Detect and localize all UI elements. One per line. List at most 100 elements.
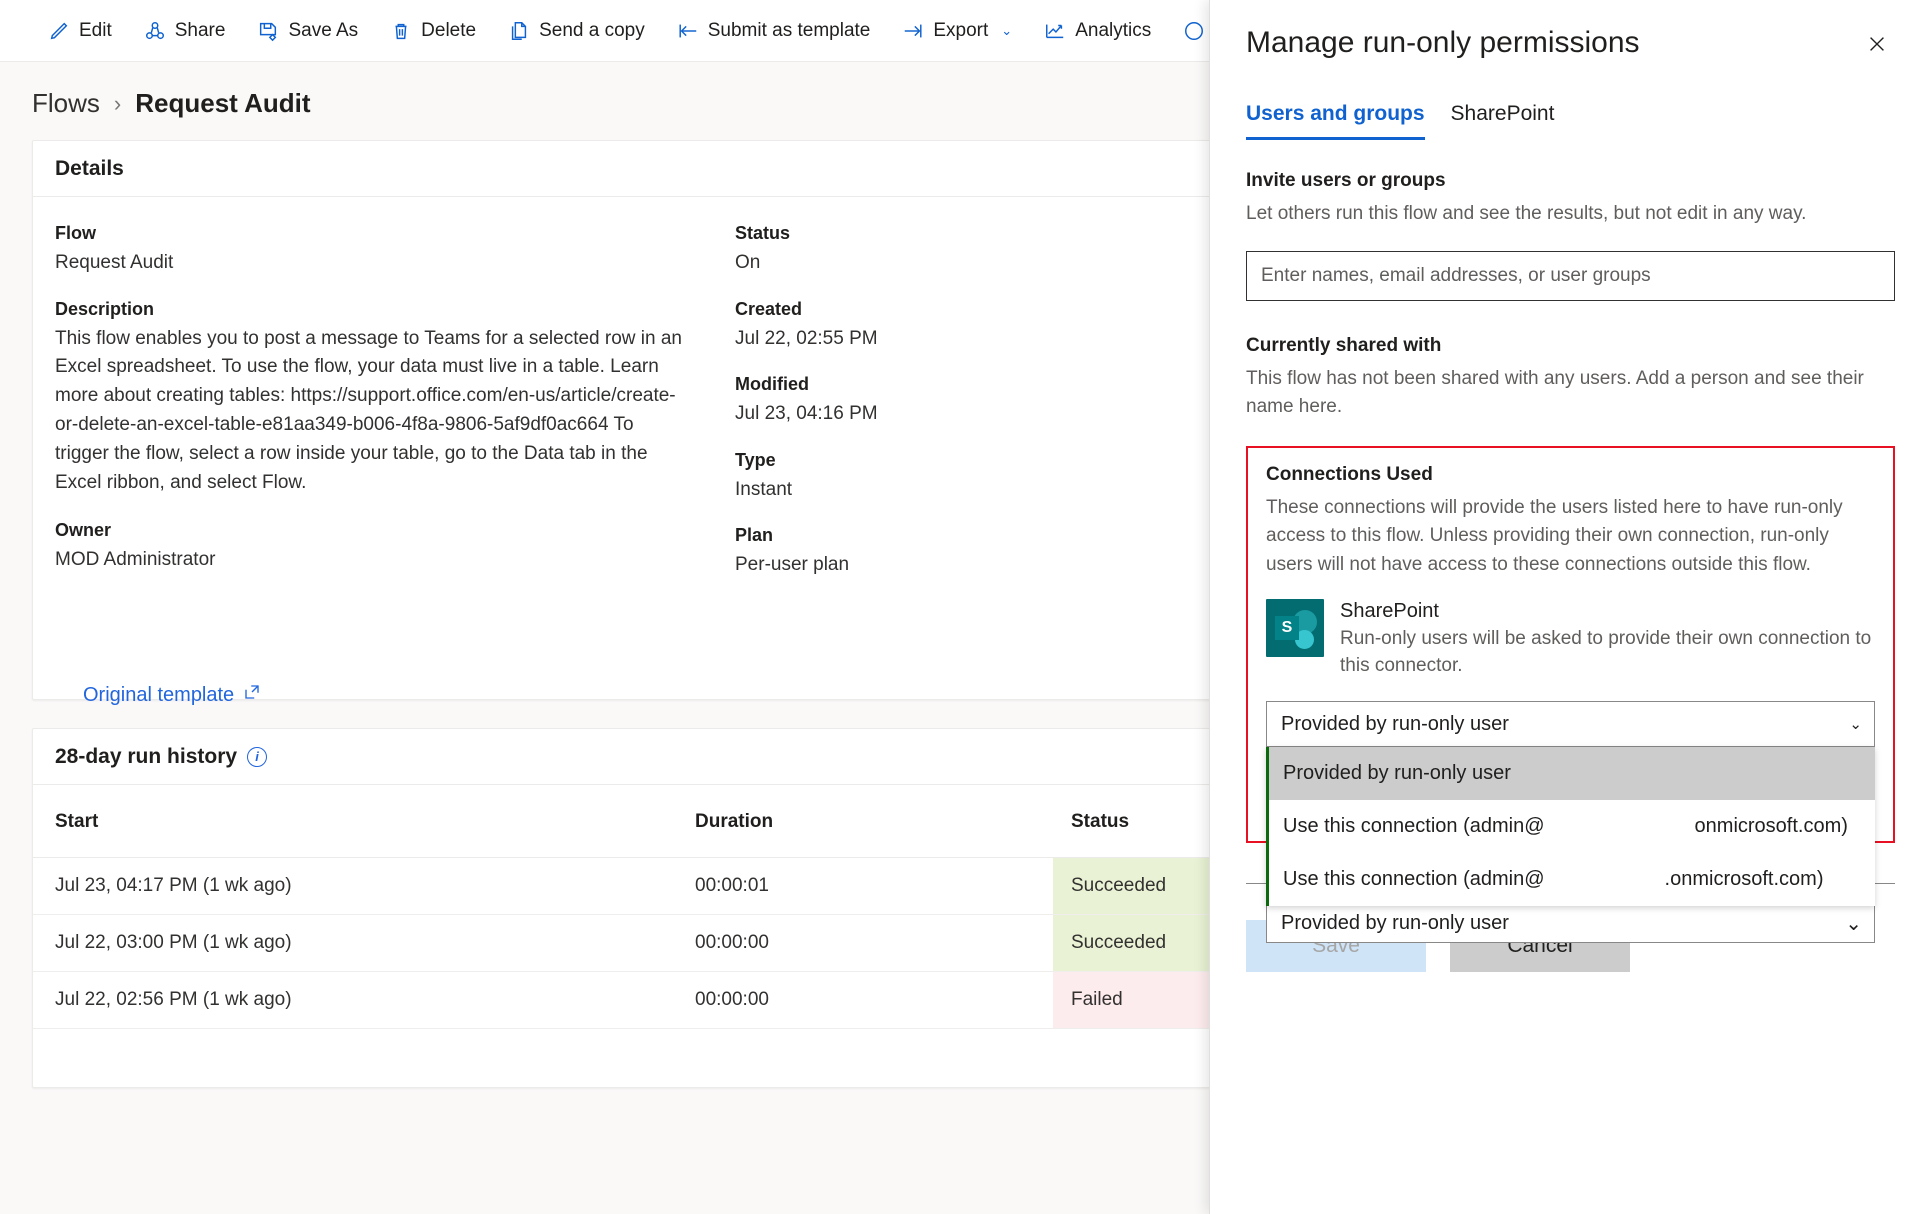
connector-row: S SharePoint Run-only users will be aske… — [1266, 599, 1875, 679]
field-flow: Flow Request Audit — [55, 223, 685, 277]
table-row[interactable]: Jul 23, 04:17 PM (1 wk ago) 00:00:01 Suc… — [33, 857, 1209, 915]
field-flow-value: Request Audit — [55, 252, 174, 273]
field-description: Description This flow enables you to pos… — [55, 299, 685, 498]
option-use-this-connection-2[interactable]: Use this connection (admin@ .onmicrosoft… — [1269, 853, 1875, 906]
chevron-down-icon: ⌄ — [1849, 716, 1862, 734]
field-created: Created Jul 22, 02:55 PM — [735, 299, 1005, 353]
invite-section: Invite users or groups Let others run th… — [1246, 170, 1895, 301]
field-description-value: This flow enables you to post a message … — [55, 327, 682, 493]
currently-shared-section: Currently shared with This flow has not … — [1246, 335, 1895, 422]
table-row[interactable]: Jul 22, 03:00 PM (1 wk ago) 00:00:00 Suc… — [33, 914, 1209, 972]
currently-shared-title: Currently shared with — [1246, 334, 1442, 356]
option-provided-by-run-only-user[interactable]: Provided by run-only user — [1269, 747, 1875, 801]
option-label-prefix: Use this connection (admin@ — [1283, 868, 1545, 891]
run-history-header-row: Start Duration Status — [33, 785, 1209, 858]
original-template-link[interactable]: Original template — [83, 683, 261, 707]
column-header-status[interactable]: Status — [1053, 785, 1209, 858]
field-status: Status On — [735, 223, 1005, 277]
details-right-column: Status On Created Jul 22, 02:55 PM Modif… — [705, 223, 1005, 601]
run-history-title-group: 28-day run history i — [55, 745, 268, 769]
toolbar-edit-label: Edit — [79, 19, 112, 41]
export-icon — [902, 20, 924, 42]
column-header-start[interactable]: Start — [33, 785, 673, 858]
toolbar-send-a-copy-button[interactable]: Send a copy — [492, 9, 661, 53]
field-owner-label: Owner — [55, 519, 112, 540]
field-owner-value: MOD Administrator — [55, 548, 216, 570]
app-root: Edit Share Save As Delete Send a copy Su… — [0, 0, 1931, 1214]
run-history-tbody: Jul 23, 04:17 PM (1 wk ago) 00:00:01 Suc… — [33, 857, 1209, 1029]
connections-used-title: Connections Used — [1266, 463, 1433, 485]
cell-start: Jul 22, 02:56 PM (1 wk ago) — [33, 971, 673, 1029]
toolbar-delete-button[interactable]: Delete — [374, 9, 492, 53]
breadcrumb: Flows › Request Audit — [0, 62, 1209, 119]
details-card: Details Flow Request Audit Description T… — [32, 140, 1209, 706]
field-description-label: Description — [55, 298, 155, 319]
toolbar-export-button[interactable]: Export ⌄ — [886, 9, 1028, 53]
run-history-card: 28-day run history i A Start Duration St… — [32, 728, 1209, 1088]
toolbar-export-label: Export — [933, 19, 989, 41]
toolbar-share-button[interactable]: Share — [128, 9, 242, 53]
details-body: Flow Request Audit Description This flow… — [33, 197, 1209, 601]
flow-detail-page: Edit Share Save As Delete Send a copy Su… — [0, 0, 1209, 1214]
pencil-icon — [48, 20, 70, 42]
run-history-thead: Start Duration Status — [33, 785, 1209, 858]
tab-sharepoint[interactable]: SharePoint — [1451, 102, 1555, 140]
connection-select-behind-value: Provided by run-only user — [1281, 911, 1509, 934]
connection-select[interactable]: Provided by run-only user ⌄ — [1266, 701, 1875, 748]
column-header-duration[interactable]: Duration — [673, 785, 1053, 858]
panel-header: Manage run-only permissions — [1246, 0, 1895, 62]
details-card-header: Details — [33, 141, 1209, 197]
cell-start: Jul 23, 04:17 PM (1 wk ago) — [33, 857, 673, 915]
breadcrumb-flows-link[interactable]: Flows — [32, 88, 100, 119]
invite-input[interactable] — [1246, 250, 1895, 301]
field-modified-value: Jul 23, 04:16 PM — [735, 403, 878, 425]
invite-title: Invite users or groups — [1246, 170, 1446, 191]
chevron-down-icon: ⌄ — [1845, 912, 1862, 935]
option-use-this-connection-1[interactable]: Use this connection (admin@ onmicrosoft.… — [1269, 800, 1875, 853]
cell-duration: 00:00:01 — [673, 857, 1053, 915]
field-flow-label: Flow — [55, 223, 96, 243]
toolbar-analytics-button[interactable]: Analytics — [1028, 9, 1167, 53]
tab-users-and-groups[interactable]: Users and groups — [1246, 102, 1425, 140]
field-type-value: Instant — [735, 478, 793, 500]
save-as-icon — [257, 20, 279, 42]
connection-select-collapsed-behind[interactable]: Provided by run-only user ⌄ — [1266, 903, 1875, 944]
info-icon[interactable]: i — [247, 746, 268, 767]
field-status-value: On — [735, 252, 761, 273]
toolbar-edit-button[interactable]: Edit — [32, 9, 128, 53]
cell-duration: 00:00:00 — [673, 914, 1053, 972]
field-modified-label: Modified — [735, 374, 809, 395]
status-badge: Failed — [1053, 971, 1209, 1029]
panel-title: Manage run-only permissions — [1246, 26, 1640, 59]
toolbar-submit-as-template-label: Submit as template — [707, 19, 871, 41]
toolbar-save-as-button[interactable]: Save As — [241, 9, 374, 53]
run-history-header: 28-day run history i A — [33, 729, 1209, 785]
more-circle-icon — [1183, 20, 1205, 42]
toolbar-analytics-label: Analytics — [1075, 19, 1152, 41]
page-title: Request Audit — [135, 88, 311, 118]
invite-subtitle: Let others run this flow and see the res… — [1246, 203, 1807, 224]
run-history-table: Start Duration Status Jul 23, 04:17 PM (… — [33, 785, 1209, 1029]
toolbar-submit-as-template-button[interactable]: Submit as template — [661, 9, 887, 53]
status-badge: Succeeded — [1053, 914, 1209, 972]
connector-name: SharePoint — [1340, 600, 1439, 622]
field-created-label: Created — [735, 298, 803, 319]
close-icon[interactable] — [1859, 26, 1895, 62]
toolbar-share-label: Share — [174, 19, 226, 41]
share-icon — [144, 20, 166, 42]
field-plan-label: Plan — [735, 525, 774, 546]
currently-shared-subtitle: This flow has not been shared with any u… — [1246, 367, 1864, 418]
breadcrumb-separator-icon: › — [113, 90, 122, 116]
copy-icon — [508, 20, 530, 42]
analytics-icon — [1044, 20, 1066, 42]
connector-description: Run-only users will be asked to provide … — [1340, 628, 1872, 676]
chevron-down-icon: ⌄ — [1001, 22, 1013, 38]
command-bar: Edit Share Save As Delete Send a copy Su… — [0, 0, 1209, 62]
status-badge: Succeeded — [1053, 857, 1209, 915]
connection-select-value: Provided by run-only user — [1281, 712, 1509, 735]
field-status-label: Status — [735, 223, 791, 243]
connections-used-description: These connections will provide the users… — [1266, 496, 1843, 575]
toolbar-overflow-button[interactable] — [1167, 9, 1209, 53]
external-link-icon — [243, 683, 261, 707]
table-row[interactable]: Jul 22, 02:56 PM (1 wk ago) 00:00:00 Fai… — [33, 971, 1209, 1029]
